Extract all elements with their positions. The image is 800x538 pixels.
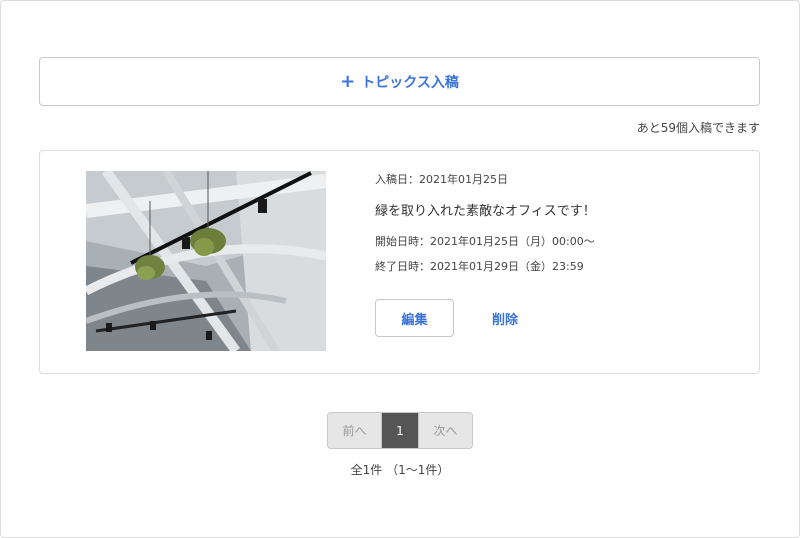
add-topic-label: トピックス入稿 — [361, 74, 459, 91]
plus-icon: + — [340, 70, 356, 92]
topic-info: 入稿日：2021年01月25日 緑を取り入れた素敵なオフィスです！ 開始日時：2… — [375, 171, 596, 274]
end-datetime: 終了日時：2021年01月29日（金）23:59 — [375, 260, 584, 273]
start-datetime: 開始日時：2021年01月25日（月）00:00～ — [375, 235, 595, 248]
pagination: 前へ 1 次へ — [327, 412, 473, 449]
remaining-count: あと59個入稿できます — [636, 121, 760, 135]
total-count: 全1件 （1〜1件） — [350, 463, 450, 477]
delete-link[interactable]: 削除 — [492, 299, 518, 337]
topic-image — [86, 171, 326, 351]
topic-card: 入稿日：2021年01月25日 緑を取り入れた素敵なオフィスです！ 開始日時：2… — [39, 150, 760, 374]
add-topic-button[interactable]: + トピックス入稿 — [39, 57, 760, 106]
post-date: 入稿日：2021年01月25日 — [375, 173, 508, 186]
pagination-prev[interactable]: 前へ — [328, 413, 382, 448]
pagination-current-page[interactable]: 1 — [382, 413, 418, 448]
office-ceiling-photo-icon — [86, 171, 326, 351]
edit-button[interactable]: 編集 — [375, 299, 454, 337]
topic-title: 緑を取り入れた素敵なオフィスです！ — [375, 204, 596, 219]
pagination-next[interactable]: 次へ — [418, 413, 472, 448]
